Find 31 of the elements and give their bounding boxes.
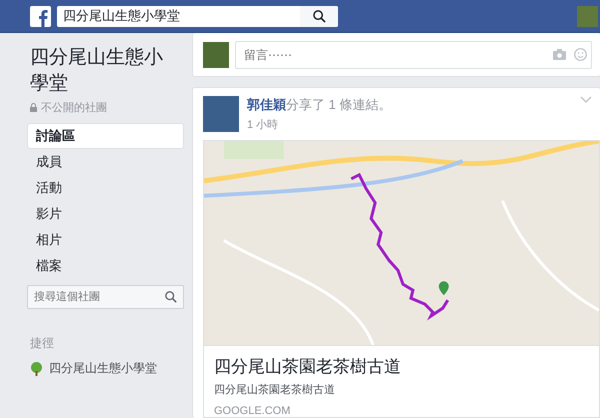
- search-icon: [312, 10, 326, 22]
- group-title: 四分尾山生態小學堂: [29, 46, 164, 96]
- chevron-icon[interactable]: [580, 96, 592, 104]
- comment-input[interactable]: 留言⋯⋯: [242, 46, 545, 62]
- post-author[interactable]: 郭佳穎: [247, 97, 286, 112]
- group-search-input[interactable]: 搜尋這個社團: [28, 291, 165, 303]
- group-search-field[interactable]: 搜尋這個社團: [27, 285, 184, 309]
- shortcuts-heading: 捷徑: [30, 335, 55, 352]
- link-domain: GOOGLE.COM: [214, 405, 292, 417]
- search-button[interactable]: [300, 6, 338, 26]
- avatar-photo: [203, 42, 229, 68]
- facebook-logo: [30, 6, 51, 26]
- nav-item[interactable]: 討論區: [27, 123, 184, 149]
- nav-item[interactable]: 影片: [27, 201, 184, 227]
- camera-icon[interactable]: [553, 49, 566, 60]
- avatar-photo: [203, 96, 239, 132]
- nav-item[interactable]: 成員: [27, 149, 184, 175]
- privacy-label: 不公開的社團: [41, 101, 107, 115]
- link-title[interactable]: 四分尾山茶園老茶樹古道: [214, 355, 589, 378]
- lock-icon: [30, 103, 37, 112]
- nav-item[interactable]: 相片: [27, 227, 184, 253]
- comment-field[interactable]: 留言⋯⋯: [235, 40, 592, 68]
- shortcut-link[interactable]: 四分尾山生態小學堂: [49, 360, 157, 377]
- nav-item[interactable]: 活動: [27, 175, 184, 201]
- nav-item[interactable]: 檔案: [27, 253, 184, 279]
- search-icon: [165, 291, 177, 303]
- profile-photo[interactable]: [577, 6, 598, 26]
- post-action: 分享了 1 條連結。: [286, 97, 392, 112]
- tree-icon: [30, 362, 43, 376]
- smiley-icon[interactable]: [574, 48, 587, 61]
- link-description: 四分尾山茶園老茶樹古道: [214, 383, 336, 397]
